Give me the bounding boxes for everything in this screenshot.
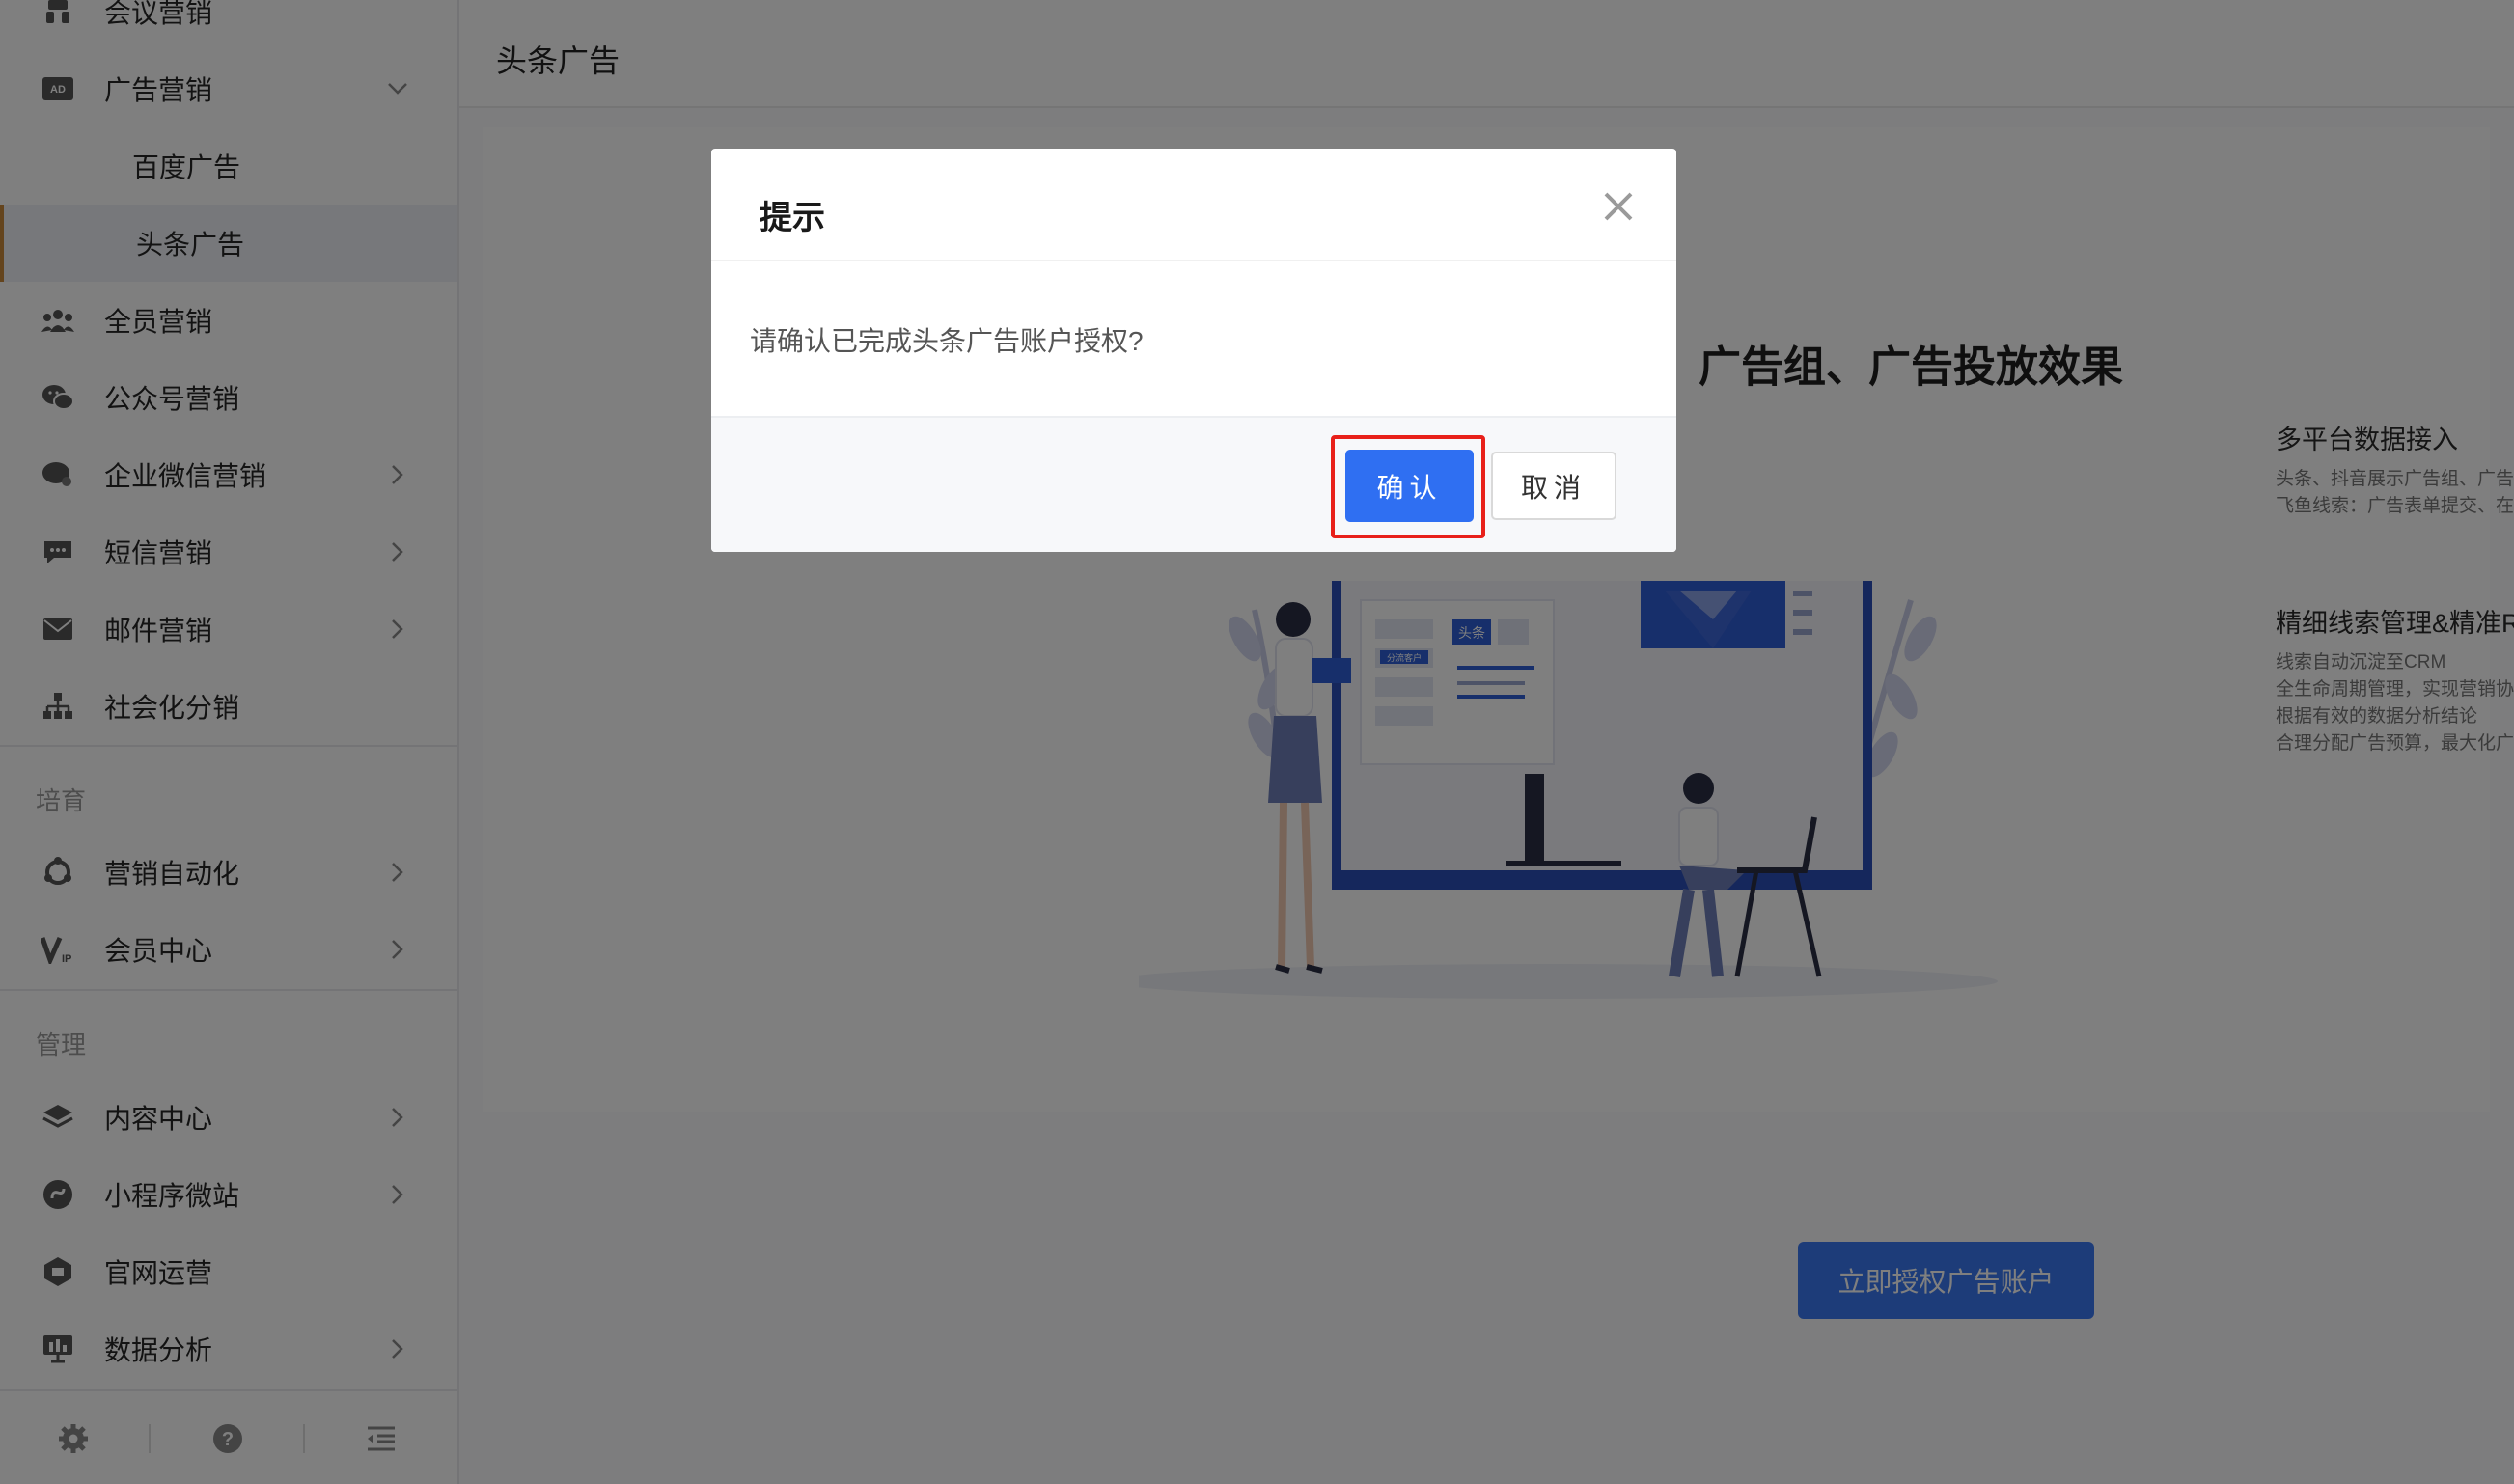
app-root: 会议营销 AD 广告营销 百度广告 头条广告 全员营销 xyxy=(0,0,2514,1484)
dialog-title: 提示 xyxy=(760,200,825,236)
dialog-header: 提示 xyxy=(711,149,1676,261)
confirm-button[interactable]: 确认 xyxy=(1345,450,1474,522)
close-icon[interactable] xyxy=(1597,185,1640,228)
cancel-button[interactable]: 取消 xyxy=(1491,452,1616,520)
dialog-message: 请确认已完成头条广告账户授权? xyxy=(750,326,1144,356)
